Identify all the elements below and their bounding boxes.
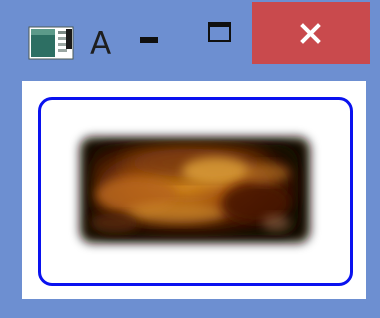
close-icon	[252, 2, 370, 64]
close-button[interactable]	[252, 2, 370, 64]
maximize-button[interactable]	[196, 2, 244, 64]
title-bar[interactable]: A	[0, 0, 380, 72]
window-title: A	[90, 26, 112, 62]
minimize-icon	[140, 37, 158, 43]
minimize-button[interactable]	[128, 2, 172, 64]
window-app-icon[interactable]	[28, 26, 74, 60]
blurred-image	[66, 123, 324, 257]
app-window: A	[0, 0, 380, 318]
maximize-icon	[208, 22, 231, 42]
window-client-area	[22, 81, 366, 299]
